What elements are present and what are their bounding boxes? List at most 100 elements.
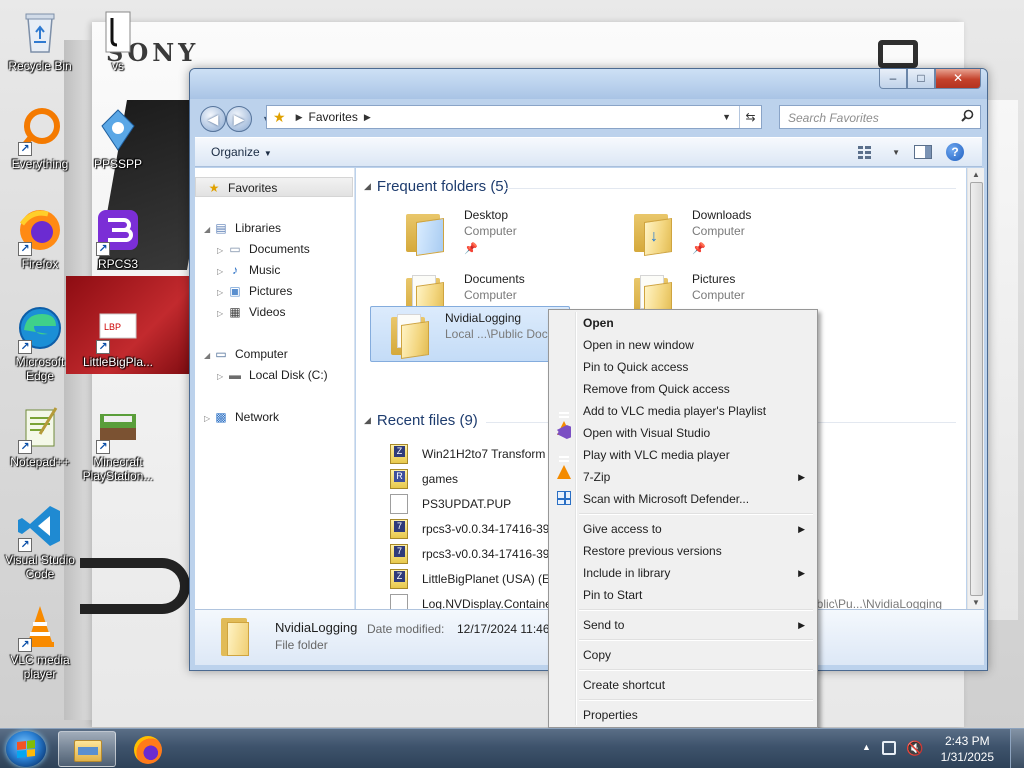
menu-item-pin-quick-access[interactable]: Pin to Quick access (551, 356, 815, 378)
expand-documents-icon[interactable]: ▷ (217, 246, 223, 255)
taskbar-firefox-button[interactable] (118, 731, 176, 767)
nav-videos[interactable]: ▦ Videos (227, 302, 285, 322)
close-button[interactable]: ✕ (935, 69, 981, 89)
forward-button[interactable]: ▶ (226, 106, 252, 132)
expand-computer-icon[interactable]: ◢ (204, 351, 210, 360)
show-desktop-button[interactable] (1010, 729, 1024, 768)
change-view-button[interactable] (858, 144, 878, 160)
taskbar-explorer-button[interactable] (58, 731, 116, 767)
file-name: rpcs3-v0.0.34-17416-394 (422, 522, 557, 536)
help-button[interactable]: ? (946, 143, 964, 161)
7z-archive-icon (390, 519, 408, 539)
frequent-folders-header[interactable]: ◢ Frequent folders (5) (364, 178, 509, 195)
menu-item-restore-versions[interactable]: Restore previous versions (551, 540, 815, 562)
menu-item-open-new-window[interactable]: Open in new window (551, 334, 815, 356)
details-type: File folder (275, 638, 328, 652)
breadcrumb-separator-icon[interactable]: ▶ (364, 112, 371, 123)
nav-pictures[interactable]: ▣ Pictures (227, 281, 292, 301)
refresh-button[interactable]: ⇆ (739, 106, 761, 128)
nav-network[interactable]: ▩ Network (213, 407, 279, 427)
recent-files-header[interactable]: ◢ Recent files (9) (364, 412, 478, 429)
littlebigplanet-icon: LBP ↗ (94, 304, 142, 354)
breadcrumb-favorites[interactable]: Favorites (308, 110, 357, 124)
breadcrumb-separator-icon[interactable]: ▶ (296, 112, 303, 123)
recent-file-row[interactable]: PS3UPDAT.PUP (390, 493, 511, 515)
tile-location: Computer (464, 288, 517, 302)
nav-local-disk[interactable]: ▬ Local Disk (C:) (227, 365, 328, 385)
scroll-down-icon[interactable]: ▼ (972, 598, 980, 607)
vertical-scrollbar[interactable]: ▲ ▼ (967, 168, 984, 609)
expand-network-icon[interactable]: ▷ (204, 414, 210, 423)
folder-tile-downloads[interactable]: ↓ Downloads Computer 📌 (618, 204, 818, 260)
title-bar[interactable]: – □ ✕ (190, 69, 987, 99)
desktop-icon-visual-studio-code[interactable]: ↗ Visual Studio Code (0, 502, 80, 581)
start-button[interactable] (6, 731, 46, 767)
desktop-icon-minecraft[interactable]: ↗ Minecraft PlayStation... (78, 404, 158, 483)
expand-libraries-icon[interactable]: ◢ (204, 225, 210, 234)
recent-file-row[interactable]: rpcs3-v0.0.34-17416-394 (390, 518, 556, 540)
desktop-icon-everything[interactable]: ↗ Everything (0, 106, 80, 171)
scroll-up-icon[interactable]: ▲ (972, 170, 980, 179)
recent-file-row[interactable]: games (390, 468, 458, 490)
desktop-icon-edge[interactable]: ↗ Microsoft Edge (0, 304, 80, 383)
taskbar: ▲ 🔇 2:43 PM 1/31/2025 (0, 728, 1024, 768)
menu-item-remove-quick-access[interactable]: Remove from Quick access (551, 378, 815, 400)
folder-tile-desktop[interactable]: Desktop Computer 📌 (390, 204, 590, 260)
scrollbar-thumb[interactable] (970, 182, 983, 596)
nav-music[interactable]: ♪ Music (227, 260, 280, 280)
volume-muted-icon[interactable]: 🔇 (906, 740, 923, 757)
menu-item-copy[interactable]: Copy (551, 644, 815, 666)
desktop-icon-vs[interactable]: vs (78, 8, 158, 73)
expand-videos-icon[interactable]: ▷ (217, 309, 223, 318)
desktop-icon-recycle-bin[interactable]: Recycle Bin (0, 8, 80, 73)
desktop-icon-ppsspp[interactable]: PPSSPP (78, 106, 158, 171)
menu-item-open[interactable]: Open (551, 312, 815, 334)
menu-item-give-access[interactable]: Give access to ▶ (551, 518, 815, 540)
desktop-icon-littlebigplanet[interactable]: LBP ↗ LittleBigPla... (78, 304, 158, 369)
menu-separator (579, 639, 813, 641)
notepad-plus-plus-icon: ↗ (16, 404, 64, 454)
preview-pane-button[interactable] (914, 145, 932, 159)
menu-item-properties[interactable]: Properties (551, 704, 815, 726)
expand-music-icon[interactable]: ▷ (217, 267, 223, 276)
folder-tile-nvidialogging[interactable]: NvidiaLogging Local ...\Public Doc (370, 306, 570, 362)
menu-item-play-vlc[interactable]: Play with VLC media player (551, 444, 815, 479)
menu-item-pin-start[interactable]: Pin to Start (551, 584, 815, 606)
shortcut-arrow-icon: ↗ (96, 340, 110, 354)
menu-item-label: Play with VLC media player (583, 448, 730, 462)
network-status-icon[interactable] (882, 741, 896, 755)
desktop-icon-vlc[interactable]: ↗ VLC media player (0, 602, 80, 681)
back-button[interactable]: ◀ (200, 106, 226, 132)
pin-icon: 📌 (464, 243, 478, 255)
search-box[interactable]: Search Favorites (779, 105, 981, 129)
maximize-button[interactable]: □ (907, 69, 935, 89)
menu-item-add-vlc-playlist[interactable]: Add to VLC media player's Playlist (551, 400, 815, 435)
desktop-icon-firefox[interactable]: ↗ Firefox (0, 206, 80, 271)
nav-libraries[interactable]: ▤ Libraries (213, 218, 281, 238)
recent-file-row[interactable]: LittleBigPlanet (USA) (En (390, 568, 557, 590)
menu-item-open-visual-studio[interactable]: Open with Visual Studio (551, 422, 815, 444)
recent-file-row[interactable]: Win21H2to7 Transform (390, 443, 545, 465)
expand-local-disk-icon[interactable]: ▷ (217, 372, 223, 381)
organize-menu-button[interactable]: Organize ▼ (211, 145, 272, 159)
address-bar[interactable]: ★ ▶ Favorites ▶ ▼ ⇆ (266, 105, 762, 129)
nav-computer[interactable]: ▭ Computer (213, 344, 287, 364)
clock[interactable]: 2:43 PM 1/31/2025 (941, 733, 994, 765)
desktop-icon-notepad-plus-plus[interactable]: ↗ Notepad++ (0, 404, 80, 469)
nav-favorites[interactable]: ★ Favorites (195, 177, 353, 197)
submenu-arrow-icon: ▶ (798, 472, 805, 482)
address-dropdown-icon[interactable]: ▼ (722, 112, 731, 122)
expand-pictures-icon[interactable]: ▷ (217, 288, 223, 297)
desktop-icon-rpcs3[interactable]: ↗ RPCS3 (78, 206, 158, 271)
menu-item-send-to[interactable]: Send to ▶ (551, 614, 815, 636)
minimize-button[interactable]: – (879, 69, 907, 89)
show-hidden-icons-icon[interactable]: ▲ (862, 742, 871, 752)
nav-documents[interactable]: ▭ Documents (227, 239, 309, 259)
menu-item-scan-defender[interactable]: Scan with Microsoft Defender... (551, 488, 815, 510)
menu-item-create-shortcut[interactable]: Create shortcut (551, 674, 815, 696)
view-options-chevron-icon[interactable]: ▼ (892, 148, 900, 157)
recent-file-row[interactable]: rpcs3-v0.0.34-17416-394 (390, 543, 556, 565)
menu-item-include-library[interactable]: Include in library ▶ (551, 562, 815, 584)
menu-item-7zip[interactable]: 7-Zip ▶ (551, 466, 815, 488)
details-modified-value: 12/17/2024 11:46 (457, 622, 550, 636)
